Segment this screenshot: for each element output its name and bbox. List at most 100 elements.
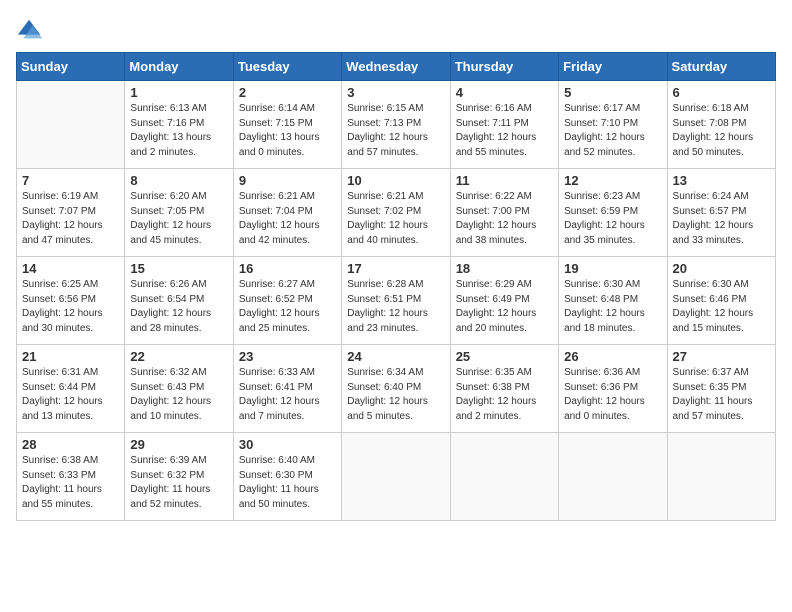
day-info: Sunrise: 6:15 AMSunset: 7:13 PMDaylight:… — [347, 102, 444, 160]
day-info: Sunrise: 6:19 AMSunset: 7:07 PMDaylight:… — [22, 190, 119, 248]
day-info: Sunrise: 6:26 AMSunset: 6:54 PMDaylight:… — [130, 278, 227, 336]
day-info: Sunrise: 6:13 AMSunset: 7:16 PMDaylight:… — [130, 102, 227, 160]
header-day-sunday: Sunday — [17, 53, 125, 81]
calendar-cell: 30 Sunrise: 6:40 AMSunset: 6:30 PMDayligh… — [233, 433, 341, 521]
calendar-cell — [559, 433, 667, 521]
logo-icon — [16, 16, 44, 44]
logo — [16, 16, 48, 44]
week-row-3: 14 Sunrise: 6:25 AMSunset: 6:56 PMDayligh… — [17, 257, 776, 345]
day-number: 18 — [456, 261, 553, 276]
day-info: Sunrise: 6:16 AMSunset: 7:11 PMDaylight:… — [456, 102, 553, 160]
day-number: 24 — [347, 349, 444, 364]
day-info: Sunrise: 6:39 AMSunset: 6:32 PMDaylight:… — [130, 454, 227, 512]
calendar-cell: 13 Sunrise: 6:24 AMSunset: 6:57 PMDayligh… — [667, 169, 775, 257]
day-info: Sunrise: 6:36 AMSunset: 6:36 PMDaylight:… — [564, 366, 661, 424]
day-number: 6 — [673, 85, 770, 100]
calendar-cell: 11 Sunrise: 6:22 AMSunset: 7:00 PMDayligh… — [450, 169, 558, 257]
day-info: Sunrise: 6:17 AMSunset: 7:10 PMDaylight:… — [564, 102, 661, 160]
day-info: Sunrise: 6:35 AMSunset: 6:38 PMDaylight:… — [456, 366, 553, 424]
calendar-cell: 3 Sunrise: 6:15 AMSunset: 7:13 PMDaylight… — [342, 81, 450, 169]
day-number: 27 — [673, 349, 770, 364]
day-number: 23 — [239, 349, 336, 364]
day-number: 28 — [22, 437, 119, 452]
day-number: 9 — [239, 173, 336, 188]
day-info: Sunrise: 6:30 AMSunset: 6:48 PMDaylight:… — [564, 278, 661, 336]
day-number: 29 — [130, 437, 227, 452]
page-header — [16, 16, 776, 44]
day-info: Sunrise: 6:29 AMSunset: 6:49 PMDaylight:… — [456, 278, 553, 336]
week-row-5: 28 Sunrise: 6:38 AMSunset: 6:33 PMDayligh… — [17, 433, 776, 521]
header-day-thursday: Thursday — [450, 53, 558, 81]
day-info: Sunrise: 6:27 AMSunset: 6:52 PMDaylight:… — [239, 278, 336, 336]
day-number: 30 — [239, 437, 336, 452]
calendar-cell: 29 Sunrise: 6:39 AMSunset: 6:32 PMDayligh… — [125, 433, 233, 521]
day-info: Sunrise: 6:22 AMSunset: 7:00 PMDaylight:… — [456, 190, 553, 248]
day-number: 19 — [564, 261, 661, 276]
day-info: Sunrise: 6:21 AMSunset: 7:04 PMDaylight:… — [239, 190, 336, 248]
day-number: 12 — [564, 173, 661, 188]
day-number: 1 — [130, 85, 227, 100]
calendar-table: SundayMondayTuesdayWednesdayThursdayFrid… — [16, 52, 776, 521]
calendar-cell: 12 Sunrise: 6:23 AMSunset: 6:59 PMDayligh… — [559, 169, 667, 257]
week-row-2: 7Sunrise: 6:19 AMSunset: 7:07 PMDaylight… — [17, 169, 776, 257]
calendar-cell: 21Sunrise: 6:31 AMSunset: 6:44 PMDayligh… — [17, 345, 125, 433]
day-info: Sunrise: 6:38 AMSunset: 6:33 PMDaylight:… — [22, 454, 119, 512]
day-info: Sunrise: 6:14 AMSunset: 7:15 PMDaylight:… — [239, 102, 336, 160]
day-info: Sunrise: 6:25 AMSunset: 6:56 PMDaylight:… — [22, 278, 119, 336]
calendar-cell: 18 Sunrise: 6:29 AMSunset: 6:49 PMDayligh… — [450, 257, 558, 345]
calendar-cell: 15 Sunrise: 6:26 AMSunset: 6:54 PMDayligh… — [125, 257, 233, 345]
calendar-cell: 22Sunrise: 6:32 AMSunset: 6:43 PMDayligh… — [125, 345, 233, 433]
day-info: Sunrise: 6:28 AMSunset: 6:51 PMDaylight:… — [347, 278, 444, 336]
header-day-tuesday: Tuesday — [233, 53, 341, 81]
calendar-cell: 14 Sunrise: 6:25 AMSunset: 6:56 PMDayligh… — [17, 257, 125, 345]
calendar-cell — [17, 81, 125, 169]
header-day-saturday: Saturday — [667, 53, 775, 81]
header-day-monday: Monday — [125, 53, 233, 81]
day-number: 11 — [456, 173, 553, 188]
calendar-cell: 23 Sunrise: 6:33 AMSunset: 6:41 PMDayligh… — [233, 345, 341, 433]
day-number: 14 — [22, 261, 119, 276]
day-info: Sunrise: 6:33 AMSunset: 6:41 PMDaylight:… — [239, 366, 336, 424]
calendar-cell: 7Sunrise: 6:19 AMSunset: 7:07 PMDaylight… — [17, 169, 125, 257]
day-number: 8 — [130, 173, 227, 188]
calendar-cell: 19 Sunrise: 6:30 AMSunset: 6:48 PMDayligh… — [559, 257, 667, 345]
day-number: 17 — [347, 261, 444, 276]
day-info: Sunrise: 6:20 AMSunset: 7:05 PMDaylight:… — [130, 190, 227, 248]
day-info: Sunrise: 6:23 AMSunset: 6:59 PMDaylight:… — [564, 190, 661, 248]
day-info: Sunrise: 6:34 AMSunset: 6:40 PMDaylight:… — [347, 366, 444, 424]
day-info: Sunrise: 6:30 AMSunset: 6:46 PMDaylight:… — [673, 278, 770, 336]
header-day-wednesday: Wednesday — [342, 53, 450, 81]
day-number: 25 — [456, 349, 553, 364]
calendar-cell — [450, 433, 558, 521]
day-info: Sunrise: 6:24 AMSunset: 6:57 PMDaylight:… — [673, 190, 770, 248]
calendar-cell: 16 Sunrise: 6:27 AMSunset: 6:52 PMDayligh… — [233, 257, 341, 345]
day-number: 16 — [239, 261, 336, 276]
day-number: 10 — [347, 173, 444, 188]
calendar-cell: 4 Sunrise: 6:16 AMSunset: 7:11 PMDaylight… — [450, 81, 558, 169]
day-number: 4 — [456, 85, 553, 100]
day-number: 2 — [239, 85, 336, 100]
calendar-cell: 27 Sunrise: 6:37 AMSunset: 6:35 PMDayligh… — [667, 345, 775, 433]
calendar-cell: 5Sunrise: 6:17 AMSunset: 7:10 PMDaylight… — [559, 81, 667, 169]
calendar-cell: 25 Sunrise: 6:35 AMSunset: 6:38 PMDayligh… — [450, 345, 558, 433]
day-number: 21 — [22, 349, 119, 364]
calendar-cell: 17 Sunrise: 6:28 AMSunset: 6:51 PMDayligh… — [342, 257, 450, 345]
day-info: Sunrise: 6:37 AMSunset: 6:35 PMDaylight:… — [673, 366, 770, 424]
calendar-cell: 20 Sunrise: 6:30 AMSunset: 6:46 PMDayligh… — [667, 257, 775, 345]
header-row: SundayMondayTuesdayWednesdayThursdayFrid… — [17, 53, 776, 81]
calendar-cell — [667, 433, 775, 521]
day-number: 13 — [673, 173, 770, 188]
day-number: 26 — [564, 349, 661, 364]
day-number: 3 — [347, 85, 444, 100]
day-number: 22 — [130, 349, 227, 364]
day-number: 15 — [130, 261, 227, 276]
calendar-cell: 24 Sunrise: 6:34 AMSunset: 6:40 PMDayligh… — [342, 345, 450, 433]
calendar-cell: 28 Sunrise: 6:38 AMSunset: 6:33 PMDayligh… — [17, 433, 125, 521]
day-info: Sunrise: 6:40 AMSunset: 6:30 PMDaylight:… — [239, 454, 336, 512]
calendar-cell — [342, 433, 450, 521]
calendar-cell: 10Sunrise: 6:21 AMSunset: 7:02 PMDayligh… — [342, 169, 450, 257]
calendar-cell: 2 Sunrise: 6:14 AMSunset: 7:15 PMDaylight… — [233, 81, 341, 169]
week-row-1: 1 Sunrise: 6:13 AMSunset: 7:16 PMDaylight… — [17, 81, 776, 169]
day-number: 20 — [673, 261, 770, 276]
calendar-cell: 9 Sunrise: 6:21 AMSunset: 7:04 PMDaylight… — [233, 169, 341, 257]
